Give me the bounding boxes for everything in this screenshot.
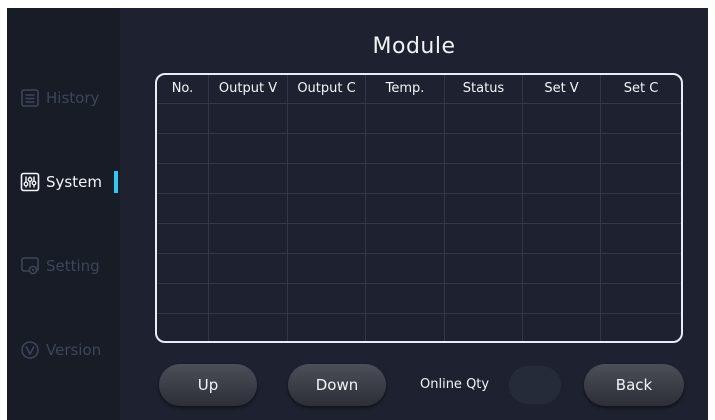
table-cell (601, 314, 681, 341)
table-cell (601, 194, 681, 223)
table-cell (288, 224, 366, 253)
table-cell (523, 254, 601, 283)
table-cell (157, 314, 209, 341)
sidebar: History System Setting Version (7, 8, 120, 420)
sidebar-item-label: History (46, 89, 100, 107)
table-cell (288, 104, 366, 133)
table-cell (601, 284, 681, 313)
down-button[interactable]: Down (288, 364, 386, 406)
column-header-set-c: Set C (623, 81, 659, 96)
table-cell (366, 254, 445, 283)
table-cell (157, 284, 209, 313)
table-row (157, 223, 681, 253)
table-row (157, 313, 681, 341)
column-header-output-v: Output V (209, 75, 288, 103)
table-row (157, 283, 681, 313)
table-cell (601, 164, 681, 193)
table-cell (523, 224, 601, 253)
table-cell (288, 194, 366, 223)
column-header-set-v: Set V (523, 75, 601, 103)
up-button[interactable]: Up (159, 364, 257, 406)
table-cell (209, 104, 288, 133)
table-cell (523, 164, 601, 193)
table-cell (445, 104, 523, 133)
table-cell (157, 254, 209, 283)
system-sliders-icon (20, 172, 40, 192)
table-cell (445, 134, 523, 163)
column-header-status: Status (445, 75, 523, 103)
table-cell (445, 164, 523, 193)
sidebar-item-system[interactable]: System (7, 164, 120, 200)
table-row (157, 193, 681, 223)
table-cell (157, 164, 209, 193)
table-cell (288, 254, 366, 283)
table-cell (288, 284, 366, 313)
table-cell (366, 284, 445, 313)
table-cell (288, 164, 366, 193)
version-icon (20, 340, 40, 360)
table-cell (523, 134, 601, 163)
device-screen: History System Setting Version Module No… (7, 8, 708, 420)
sidebar-item-setting[interactable]: Setting (7, 248, 120, 284)
column-header-temp: Temp. (366, 75, 445, 103)
history-icon (20, 88, 40, 108)
table-cell (601, 134, 681, 163)
table-cell (523, 314, 601, 341)
table-cell (209, 134, 288, 163)
table-row (157, 103, 681, 133)
table-cell (366, 194, 445, 223)
table-cell (601, 104, 681, 133)
table-cell (523, 284, 601, 313)
table-cell (601, 254, 681, 283)
table-cell (366, 224, 445, 253)
table-cell (288, 134, 366, 163)
table-cell (209, 314, 288, 341)
table-cell (288, 314, 366, 341)
table-cell (209, 284, 288, 313)
module-table[interactable]: No. Output V Output C Temp. Status Set V… (155, 73, 683, 343)
main-panel: Module No. Output V Output C Temp. Statu… (120, 8, 708, 420)
table-cell (366, 314, 445, 341)
table-cell (157, 104, 209, 133)
table-cell (366, 134, 445, 163)
sidebar-item-label: Setting (46, 257, 100, 275)
online-qty-value (509, 366, 561, 404)
table-header: No. Output V Output C Temp. Status Set V… (157, 75, 681, 103)
table-cell (366, 164, 445, 193)
table-cell (157, 194, 209, 223)
table-cell (209, 164, 288, 193)
table-cell (209, 254, 288, 283)
page-title: Module (372, 34, 456, 59)
table-row (157, 163, 681, 193)
active-indicator (114, 171, 118, 193)
table-cell (601, 224, 681, 253)
column-header-no: No. (157, 75, 209, 103)
online-qty-label: Online Qty (420, 377, 490, 392)
table-cell (366, 104, 445, 133)
table-cell (523, 194, 601, 223)
sidebar-item-history[interactable]: History (7, 80, 120, 116)
table-row (157, 133, 681, 163)
table-cell (157, 224, 209, 253)
setting-icon (20, 256, 40, 276)
table-cell (445, 284, 523, 313)
table-row (157, 253, 681, 283)
table-cell (523, 104, 601, 133)
sidebar-item-label: Version (46, 341, 102, 359)
table-cell (445, 224, 523, 253)
table-body (157, 103, 681, 341)
table-cell (209, 224, 288, 253)
table-cell (209, 194, 288, 223)
table-cell (445, 194, 523, 223)
sidebar-item-version[interactable]: Version (7, 332, 120, 368)
table-cell (445, 254, 523, 283)
sidebar-item-label: System (46, 173, 102, 191)
table-cell (157, 134, 209, 163)
column-header-output-c: Output C (288, 75, 366, 103)
back-button[interactable]: Back (584, 364, 684, 406)
table-cell (445, 314, 523, 341)
